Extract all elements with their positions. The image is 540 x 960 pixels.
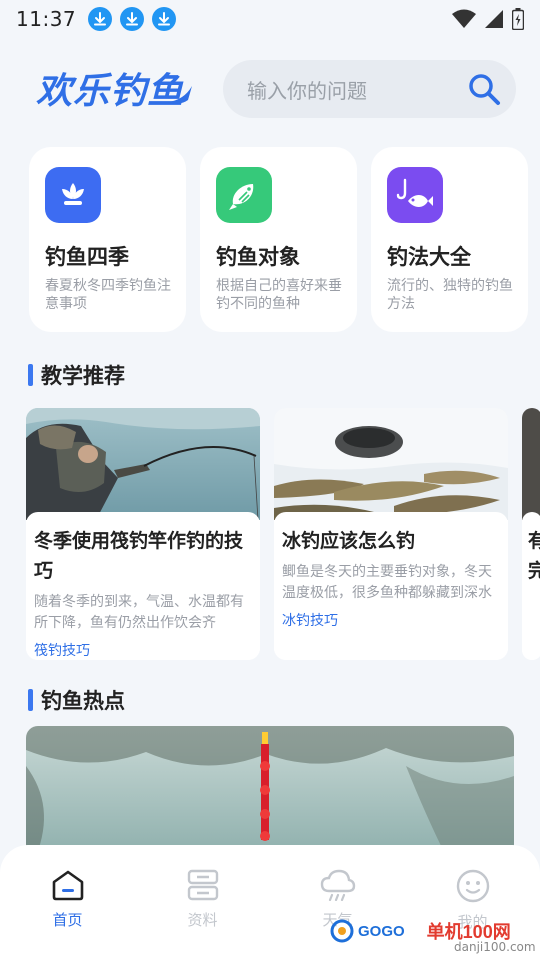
watermark-logo-icon: [330, 919, 354, 943]
flower-icon: [45, 167, 101, 223]
category-desc: 流行的、独特的钓鱼方法: [387, 278, 513, 312]
article-carousel[interactable]: 冬季使用筏钓竿作钓的技巧 随着冬季的到来，气温、水温都有所下降，鱼有仍然出作饮会…: [26, 408, 540, 660]
category-desc: 根据自己的喜好来垂钓不同的鱼种: [216, 278, 342, 312]
section-marker: [28, 364, 33, 386]
battery-icon: [512, 8, 524, 30]
article-title: 有完: [528, 530, 540, 582]
nav-label: 首页: [52, 911, 83, 929]
header: 欢乐钓鱼 输入你的问题: [0, 58, 540, 122]
fishhook-icon: [387, 167, 443, 223]
watermark-brand: GOGO: [358, 922, 405, 940]
status-bar: 11:37: [0, 0, 540, 38]
article-tag[interactable]: 冰钓技巧: [282, 610, 500, 630]
category-row: 钓鱼四季 春夏秋冬四季钓鱼注意事项 钓鱼对象 根据自己的喜好来垂钓不同的鱼种 钓…: [29, 147, 528, 332]
nav-data[interactable]: 资料: [135, 845, 270, 960]
download-icon: [152, 7, 177, 31]
logo-swoosh-icon: [168, 86, 192, 104]
status-time: 11:37: [16, 7, 77, 31]
category-title: 钓鱼四季: [45, 245, 129, 269]
home-icon: [52, 870, 83, 901]
article-image: [522, 408, 540, 520]
section-title-teaching: 教学推荐: [28, 360, 125, 390]
section-title-hot: 钓鱼热点: [28, 685, 125, 715]
section-marker: [28, 689, 33, 711]
profile-icon: [456, 869, 489, 903]
section-text: 教学推荐: [41, 364, 125, 388]
article-tag[interactable]: 筏钓技巧: [34, 640, 252, 660]
notification-icons: [88, 7, 177, 31]
wifi-icon: [452, 9, 476, 28]
section-text: 钓鱼热点: [41, 689, 125, 713]
category-title: 钓法大全: [387, 245, 471, 269]
watermark: GOGO 单机100网 danji100.com: [330, 918, 536, 954]
category-title: 钓鱼对象: [216, 245, 300, 269]
weather-icon: [320, 869, 355, 901]
article-body: 有完: [522, 512, 540, 660]
system-status-icons: [452, 8, 524, 30]
category-card-targets[interactable]: 钓鱼对象 根据自己的喜好来垂钓不同的鱼种: [200, 147, 357, 332]
search-input[interactable]: 输入你的问题: [223, 60, 516, 118]
search-icon[interactable]: [466, 71, 502, 107]
app-logo: 欢乐钓鱼: [36, 71, 185, 112]
signal-icon: [485, 10, 503, 28]
category-desc: 春夏秋冬四季钓鱼注意事项: [45, 278, 171, 312]
download-icon: [120, 7, 145, 31]
category-card-seasons[interactable]: 钓鱼四季 春夏秋冬四季钓鱼注意事项: [29, 147, 186, 332]
article-image: [274, 408, 508, 520]
nav-label: 资料: [187, 911, 218, 929]
search-placeholder: 输入你的问题: [247, 78, 367, 103]
article-title: 冰钓应该怎么钓: [282, 530, 416, 552]
hot-banner[interactable]: [26, 726, 514, 856]
category-card-methods[interactable]: 钓法大全 流行的、独特的钓鱼方法: [371, 147, 528, 332]
article-title: 冬季使用筏钓竿作钓的技巧: [34, 530, 244, 582]
data-icon: [187, 869, 218, 901]
article-body: 冬季使用筏钓竿作钓的技巧 随着冬季的到来，气温、水温都有所下降，鱼有仍然出作饮会…: [26, 512, 260, 660]
article-card[interactable]: 冰钓应该怎么钓 鲫鱼是冬天的主要垂钓对象，冬天温度极低，很多鱼种都躲藏到深水不再…: [274, 408, 508, 660]
article-desc: 随着冬季的到来，气温、水温都有所下降，鱼有仍然出作饮会齐: [34, 594, 244, 631]
article-body: 冰钓应该怎么钓 鲫鱼是冬天的主要垂钓对象，冬天温度极低，很多鱼种都躲藏到深水不再…: [274, 512, 508, 660]
download-icon: [88, 7, 113, 31]
article-card[interactable]: 有完: [522, 408, 540, 660]
article-image: [26, 408, 260, 520]
fish-icon: [216, 167, 272, 223]
nav-home[interactable]: 首页: [0, 845, 135, 960]
article-desc: 鲫鱼是冬天的主要垂钓对象，冬天温度极低，很多鱼种都躲藏到深水不再游动进食，由于鲫…: [282, 564, 492, 601]
watermark-url: danji100.com: [454, 940, 536, 954]
article-card[interactable]: 冬季使用筏钓竿作钓的技巧 随着冬季的到来，气温、水温都有所下降，鱼有仍然出作饮会…: [26, 408, 260, 660]
